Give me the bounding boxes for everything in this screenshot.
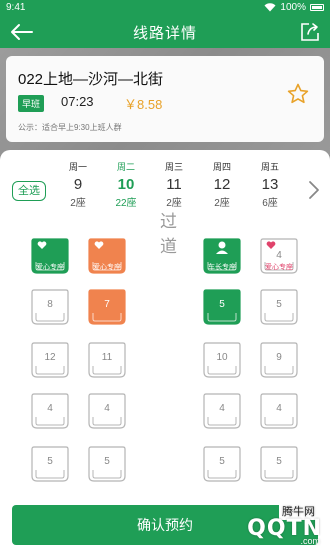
route-price: ￥8.58 bbox=[124, 97, 163, 112]
seat-number: 4 bbox=[219, 403, 225, 414]
wifi-icon bbox=[264, 3, 276, 12]
day-date: 11 bbox=[166, 176, 182, 193]
select-all-button[interactable]: 全选 bbox=[12, 181, 46, 201]
seat-number: 5 bbox=[276, 299, 282, 310]
seat-number: 4 bbox=[276, 403, 282, 414]
day-item[interactable]: 周三 11 2座 bbox=[150, 160, 198, 220]
seat[interactable]: 4 bbox=[260, 393, 298, 429]
seat-number: 4 bbox=[276, 250, 282, 261]
seat-number: 11 bbox=[101, 352, 113, 363]
share-edit-icon[interactable] bbox=[300, 22, 320, 42]
seat[interactable]: 12 bbox=[31, 342, 69, 378]
seat-number: 12 bbox=[44, 352, 56, 363]
watermark-domain: .com bbox=[300, 536, 320, 546]
priority-seat[interactable]: 爱心专座 bbox=[88, 238, 126, 274]
day-seats: 2座 bbox=[166, 198, 182, 209]
day-item[interactable]: 周一 9 2座 bbox=[54, 160, 102, 220]
day-weekday: 周二 bbox=[116, 162, 135, 172]
seat[interactable]: 4 bbox=[31, 393, 69, 429]
seat[interactable]: 10 bbox=[203, 342, 241, 378]
day-seats: 2座 bbox=[70, 198, 86, 209]
seat[interactable]: 9 bbox=[260, 342, 298, 378]
page-title: 线路详情 bbox=[132, 25, 197, 42]
seat[interactable]: 5 bbox=[88, 446, 126, 482]
seat-number: 5 bbox=[219, 299, 225, 310]
driver-icon bbox=[216, 241, 228, 254]
seat[interactable]: 11 bbox=[88, 342, 126, 378]
day-seats: 6座 bbox=[262, 198, 278, 209]
day-seats: 2座 bbox=[214, 198, 230, 209]
day-weekday: 周五 bbox=[260, 162, 279, 172]
seat[interactable]: 7 bbox=[88, 289, 126, 325]
seat-number: 5 bbox=[219, 456, 225, 467]
seat-number: 10 bbox=[216, 352, 228, 363]
seat[interactable]: 5 bbox=[260, 446, 298, 482]
departure-time: 07:23 bbox=[61, 94, 94, 109]
seat-number: 5 bbox=[47, 456, 53, 467]
heart-icon bbox=[266, 241, 276, 249]
day-item-selected[interactable]: 周二 10 22座 bbox=[102, 160, 150, 220]
seat-type-label: 爱心专座 bbox=[93, 264, 121, 271]
heart-icon bbox=[37, 241, 47, 249]
seat-number: 9 bbox=[276, 352, 282, 363]
seat[interactable]: 5 bbox=[203, 446, 241, 482]
day-seats: 22座 bbox=[115, 198, 137, 209]
status-indicators: 100% bbox=[264, 2, 324, 13]
seat[interactable]: 5 bbox=[31, 446, 69, 482]
priority-seat[interactable]: 4 爱心专座 bbox=[260, 238, 298, 274]
seat-number: 8 bbox=[47, 299, 53, 310]
seat-number: 7 bbox=[104, 299, 110, 310]
day-date: 9 bbox=[73, 176, 83, 193]
day-date: 12 bbox=[213, 176, 231, 193]
battery-percent: 100% bbox=[280, 2, 306, 13]
day-weekday: 周四 bbox=[212, 162, 231, 172]
day-selector: 周一 9 2座 周二 10 22座 周三 11 2座 周四 12 2座 周五 1… bbox=[54, 160, 294, 220]
day-weekday: 周一 bbox=[68, 162, 87, 172]
day-date: 10 bbox=[117, 176, 135, 193]
day-weekday: 周三 bbox=[164, 162, 183, 172]
seat-number: 5 bbox=[104, 456, 110, 467]
seat[interactable]: 5 bbox=[260, 289, 298, 325]
seat-number: 4 bbox=[47, 403, 53, 414]
seat[interactable]: 5 bbox=[203, 289, 241, 325]
route-name: 022上地—沙河—北街 bbox=[18, 71, 164, 88]
captain-seat[interactable]: 车长专座 bbox=[203, 238, 241, 274]
seat-type-label: 车长专座 bbox=[208, 264, 236, 271]
heart-icon bbox=[94, 241, 104, 249]
priority-seat[interactable]: 爱心专座 bbox=[31, 238, 69, 274]
day-item[interactable]: 周四 12 2座 bbox=[198, 160, 246, 220]
top-bar: 9:41 100% 线路详情 bbox=[0, 0, 330, 48]
seat-type-label: 爱心专座 bbox=[36, 264, 64, 271]
day-date: 13 bbox=[261, 176, 279, 193]
seat-number: 4 bbox=[104, 403, 110, 414]
seat-type-label: 爱心专座 bbox=[265, 264, 293, 271]
day-item[interactable]: 周五 13 6座 bbox=[246, 160, 294, 220]
route-notice: 公示：适合早上9:30上班人群 bbox=[18, 123, 122, 132]
seat[interactable]: 4 bbox=[88, 393, 126, 429]
battery-icon bbox=[310, 4, 324, 11]
star-outline-icon[interactable] bbox=[286, 82, 310, 106]
chevron-right-icon[interactable] bbox=[308, 180, 320, 200]
shift-tag: 早班 bbox=[18, 95, 45, 112]
status-time: 9:41 bbox=[6, 2, 26, 13]
seat-number: 5 bbox=[276, 456, 282, 467]
seat[interactable]: 8 bbox=[31, 289, 69, 325]
aisle-label: 过道 bbox=[157, 212, 176, 262]
seat[interactable]: 4 bbox=[203, 393, 241, 429]
route-card[interactable]: 022上地—沙河—北街 早班 07:23 ￥8.58 公示：适合早上9:30上班… bbox=[6, 56, 324, 142]
